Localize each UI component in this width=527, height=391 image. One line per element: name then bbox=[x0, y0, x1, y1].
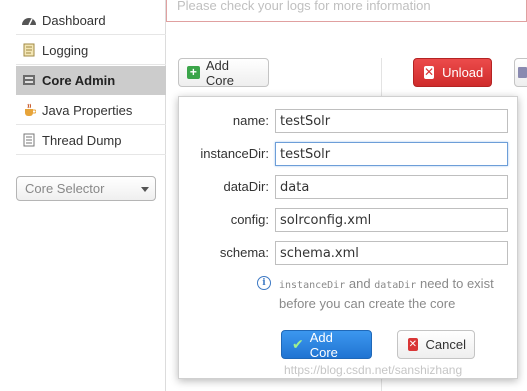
name-input[interactable] bbox=[275, 109, 508, 133]
hint-and: and bbox=[348, 276, 371, 291]
add-core-button[interactable]: + Add Core bbox=[178, 57, 269, 88]
sidebar-item-label: Dashboard bbox=[42, 12, 106, 28]
more-button[interactable] bbox=[514, 58, 527, 87]
sidebar-item-thread-dump[interactable]: Thread Dump bbox=[16, 126, 166, 155]
name-row: name: bbox=[179, 109, 519, 133]
log-message-banner: Please check your logs for more informat… bbox=[166, 0, 527, 22]
dashboard-icon bbox=[20, 12, 38, 28]
info-icon: i bbox=[257, 276, 271, 290]
cancel-button-label: Cancel bbox=[425, 337, 466, 352]
rename-icon bbox=[518, 67, 527, 78]
instancedir-input[interactable] bbox=[275, 142, 508, 166]
schema-row: schema: bbox=[179, 241, 519, 265]
sidebar-item-label: Thread Dump bbox=[42, 132, 122, 148]
config-input[interactable] bbox=[275, 208, 508, 232]
logging-icon bbox=[20, 42, 38, 58]
thread-dump-icon bbox=[20, 132, 38, 148]
instancedir-label: instanceDir: bbox=[200, 146, 269, 161]
watermark: https://blog.csdn.net/sanshizhang bbox=[284, 363, 463, 377]
unload-button-label: Unload bbox=[442, 65, 484, 80]
add-core-dialog: name: instanceDir: dataDir: config: sche… bbox=[178, 96, 518, 379]
core-admin-icon bbox=[20, 72, 38, 88]
cancel-icon: ✕ bbox=[408, 338, 418, 351]
unload-button[interactable]: ✕ Unload bbox=[413, 58, 492, 87]
close-icon: ✕ bbox=[424, 65, 435, 79]
name-label: name: bbox=[232, 113, 269, 128]
checkmark-icon: ✔ bbox=[292, 336, 304, 352]
add-icon: + bbox=[187, 66, 200, 79]
hint-line-2: before you can create the core bbox=[279, 296, 456, 311]
log-message-text: Please check your logs for more informat… bbox=[177, 0, 431, 13]
hint-code-datadir: dataDir bbox=[374, 280, 417, 291]
sidebar-item-label: Java Properties bbox=[42, 102, 133, 118]
schema-label: schema: bbox=[219, 245, 269, 260]
hint-rest: need to exist bbox=[419, 276, 494, 291]
config-label: config: bbox=[230, 212, 269, 227]
sidebar-item-java-properties[interactable]: Java Properties bbox=[16, 96, 166, 125]
datadir-input[interactable] bbox=[275, 175, 508, 199]
sidebar-item-core-admin[interactable]: Core Admin bbox=[16, 66, 166, 95]
datadir-label: dataDir: bbox=[223, 179, 269, 194]
schema-input[interactable] bbox=[275, 241, 508, 265]
sidebar-item-label: Logging bbox=[42, 42, 89, 58]
add-core-button-label: Add Core bbox=[205, 57, 235, 88]
datadir-row: dataDir: bbox=[179, 175, 519, 199]
instancedir-row: instanceDir: bbox=[179, 142, 519, 166]
java-icon bbox=[20, 102, 38, 118]
core-selector-dropdown[interactable]: Core Selector bbox=[16, 176, 156, 201]
sidebar-item-dashboard[interactable]: Dashboard bbox=[16, 6, 166, 35]
hint-code-instancedir: instanceDir bbox=[279, 280, 346, 291]
hint-line-1: instanceDir and dataDir need to exist bbox=[279, 274, 494, 296]
sidebar: Dashboard Logging Core Admin Java Proper… bbox=[0, 0, 166, 391]
chevron-down-icon bbox=[141, 187, 149, 192]
config-row: config: bbox=[179, 208, 519, 232]
sidebar-item-logging[interactable]: Logging bbox=[16, 36, 166, 65]
cancel-button[interactable]: ✕ Cancel bbox=[397, 330, 475, 359]
sidebar-item-label: Core Admin bbox=[42, 72, 116, 88]
submit-add-core-label: Add Core bbox=[309, 329, 338, 360]
submit-add-core-button[interactable]: ✔ Add Core bbox=[281, 329, 372, 360]
core-selector-placeholder: Core Selector bbox=[25, 181, 105, 196]
